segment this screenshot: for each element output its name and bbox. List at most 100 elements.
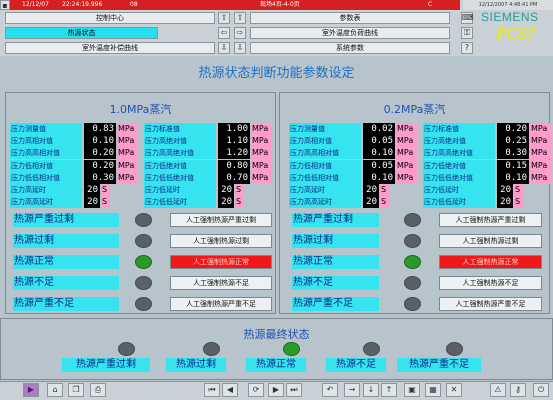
param-unit: S <box>380 184 389 196</box>
nav-keyboard-icon[interactable]: ⌨ <box>461 12 474 24</box>
param-value-field[interactable]: 20 <box>218 196 234 209</box>
window-icon[interactable]: ▣ <box>404 383 420 397</box>
force-state-button[interactable]: 人工强制热源正常 <box>170 255 272 269</box>
forward-icon[interactable]: → <box>344 383 360 397</box>
first-page-icon[interactable]: ⏮ <box>204 383 220 397</box>
alarm-code: 08 <box>130 1 138 8</box>
param-value-field[interactable]: 0.10 <box>363 147 395 160</box>
exit-icon[interactable]: ⏻ <box>533 383 549 397</box>
grid-icon[interactable]: ▦ <box>425 383 441 397</box>
nav-arrow-down-icon-2[interactable]: ⇩ <box>234 42 246 54</box>
alarm-line[interactable]: 12/12/07 22:24:19.996 08 现场4页-4-0页 C <box>0 0 460 10</box>
nav-lock-icon[interactable]: ⚿ <box>461 27 473 39</box>
nav-control-center-button[interactable]: 控制中心 <box>5 12 215 24</box>
final-state-lamp-off <box>203 342 220 356</box>
alarm-icon[interactable]: ⚠ <box>490 383 506 397</box>
param-value-field[interactable]: 0.10 <box>497 171 529 184</box>
nav-outdoor-compensation-curve-button[interactable]: 室外温度补偿曲线 <box>5 42 215 54</box>
final-state-lamp-off <box>118 342 135 356</box>
datetime-readout: 12/12/2007 4:48:41 PM <box>463 0 553 10</box>
param-row: 压力低低延时 20 S <box>144 196 274 209</box>
down-icon[interactable]: ↓ <box>363 383 379 397</box>
param-value-field[interactable]: 20 <box>497 196 513 209</box>
force-state-button[interactable]: 人工强制热源过剩 <box>439 234 542 248</box>
nav-arrow-down-icon[interactable]: ⇩ <box>218 42 230 54</box>
status-lamp-off <box>404 213 421 227</box>
param-value-field[interactable]: 0.15 <box>497 159 529 172</box>
print-icon[interactable]: ⎙ <box>90 383 106 397</box>
force-state-button[interactable]: 人工强制热源严重不足 <box>170 297 272 311</box>
param-label: 压力高延时 <box>10 184 82 196</box>
nav-arrow-up-icon[interactable]: ⇧ <box>218 12 230 24</box>
force-state-button[interactable]: 人工强制热源不足 <box>439 276 542 290</box>
force-state-button[interactable]: 人工强制热源过剩 <box>170 234 272 248</box>
param-value-field[interactable]: 20 <box>84 196 100 209</box>
up-icon[interactable]: ↑ <box>381 383 397 397</box>
param-value-field[interactable]: 1.00 <box>218 123 250 135</box>
param-value-field[interactable]: 20 <box>497 184 513 196</box>
param-value-field[interactable]: 20 <box>84 184 100 196</box>
nav-outdoor-load-curve-button[interactable]: 室外温度负荷曲线 <box>250 27 450 39</box>
status-label: 热源严重不足 <box>292 297 379 311</box>
param-unit: MPa <box>117 147 138 160</box>
param-row: 压力低绝对值 0.15 MPa <box>423 159 553 172</box>
param-value-field[interactable]: 0.10 <box>84 135 116 148</box>
param-value-field[interactable]: 0.10 <box>363 171 395 184</box>
cancel-icon[interactable]: ✕ <box>446 383 462 397</box>
param-value-field[interactable]: 0.30 <box>84 171 116 184</box>
nav-heat-source-state-button[interactable]: 热源状态 <box>5 27 158 39</box>
param-label: 压力高高绝对值 <box>144 147 216 160</box>
param-value-field[interactable]: 0.30 <box>497 147 529 160</box>
force-state-button[interactable]: 人工强制热源严重过剩 <box>170 213 272 227</box>
param-value-field[interactable]: 1.10 <box>218 135 250 148</box>
nav-parameter-table-button[interactable]: 参数表 <box>250 12 450 24</box>
back-icon[interactable]: ⌂ <box>47 383 63 397</box>
param-label: 压力低相对值 <box>289 159 361 172</box>
status-label: 热源严重过剩 <box>13 213 119 227</box>
param-row: 压力标准值 0.20 MPa <box>423 123 553 135</box>
param-unit: MPa <box>117 171 138 184</box>
param-value-field[interactable]: 1.20 <box>218 147 250 160</box>
param-value-field[interactable]: 0.70 <box>218 171 250 184</box>
nav-help-icon[interactable]: ? <box>461 42 473 54</box>
param-row: 压力测量值 0.02 MPa <box>289 123 419 135</box>
param-value-field[interactable]: 0.80 <box>218 159 250 172</box>
key-icon[interactable]: ⚷ <box>510 383 526 397</box>
panel-title: 0.2MPa蒸汽 <box>383 103 446 116</box>
param-unit: MPa <box>251 171 272 184</box>
param-value-field[interactable]: 0.25 <box>497 135 529 148</box>
status-label: 热源过剩 <box>13 234 119 248</box>
param-label: 压力低绝对值 <box>144 159 216 172</box>
force-state-button[interactable]: 人工强制热源不足 <box>170 276 272 290</box>
undo-icon[interactable]: ↶ <box>322 383 338 397</box>
force-state-button[interactable]: 人工强制热源严重过剩 <box>439 213 542 227</box>
param-value-field[interactable]: 0.83 <box>84 123 116 135</box>
param-value-field[interactable]: 0.20 <box>84 147 116 160</box>
last-page-icon[interactable]: ⏭ <box>286 383 302 397</box>
param-value-field[interactable]: 0.02 <box>363 123 395 135</box>
play-icon[interactable]: ▶ <box>23 383 39 397</box>
param-value-field[interactable]: 0.05 <box>363 135 395 148</box>
status-lamp-off <box>135 297 152 311</box>
nav-right-arrow-icon[interactable]: ⇨ <box>234 27 246 39</box>
force-state-button[interactable]: 人工强制热源严重不足 <box>439 297 542 311</box>
copy-icon[interactable]: ❐ <box>68 383 84 397</box>
param-unit: S <box>101 196 110 209</box>
prev-page-icon[interactable]: ◀ <box>222 383 238 397</box>
param-value-field[interactable]: 0.20 <box>497 123 529 135</box>
param-value-field[interactable]: 20 <box>363 184 379 196</box>
next-page-icon[interactable]: ▶ <box>268 383 284 397</box>
nav-system-parameters-button[interactable]: 系统参数 <box>250 42 450 54</box>
param-row: 压力高高相对值 0.10 MPa <box>289 147 419 160</box>
refresh-icon[interactable]: ⟳ <box>248 383 264 397</box>
param-value-field[interactable]: 0.05 <box>363 159 395 172</box>
nav-left-arrow-icon[interactable]: ⇦ <box>218 27 230 39</box>
param-unit: MPa <box>530 171 551 184</box>
force-state-button[interactable]: 人工强制热源正常 <box>439 255 542 269</box>
param-value-field[interactable]: 20 <box>218 184 234 196</box>
param-value-field[interactable]: 20 <box>363 196 379 209</box>
nav-arrow-up-icon-2[interactable]: ⇧ <box>234 12 246 24</box>
alarm-icon[interactable]: ▪ <box>0 0 10 10</box>
param-row: 压力低低相对值 0.10 MPa <box>289 171 419 184</box>
param-value-field[interactable]: 0.20 <box>84 159 116 172</box>
